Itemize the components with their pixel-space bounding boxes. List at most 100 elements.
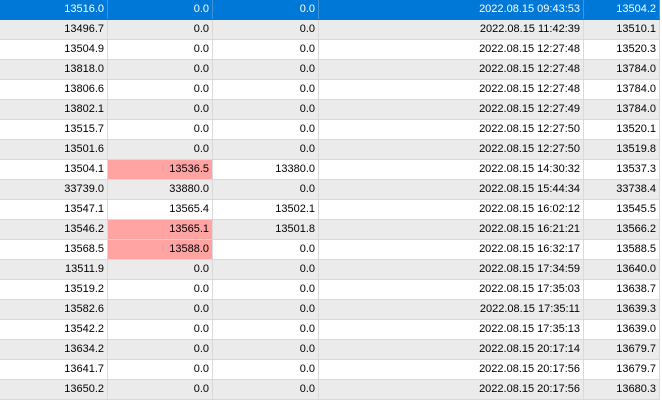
table-cell-col-value-5: 13537.3 [584, 160, 660, 179]
table-cell-col-value-1: 13806.6 [0, 80, 108, 99]
table-cell-col-value-5: 13588.5 [584, 240, 660, 259]
table-cell-col-value-2: 13536.5 [108, 160, 213, 179]
table-cell-col-value-3: 13501.8 [213, 220, 319, 239]
table-cell-col-value-3: 0.0 [213, 120, 319, 139]
table-cell-col-value-2: 0.0 [108, 340, 213, 359]
table-cell-col-value-1: 13515.7 [0, 120, 108, 139]
table-row[interactable]: 13501.6 0.0 0.0 2022.08.15 12:27:50 13519.8 [0, 140, 660, 160]
table-cell-col-value-3: 0.0 [213, 300, 319, 319]
table-row[interactable]: 13568.5 13588.0 0.0 2022.08.15 16:32:17 1358… [0, 240, 660, 260]
table-cell-col-value-5: 13784.0 [584, 80, 660, 99]
table-cell-col-value-3: 0.0 [213, 20, 319, 39]
table-cell-col-value-2: 0.0 [108, 40, 213, 59]
table-cell-col-value-1: 13547.1 [0, 200, 108, 219]
table-row[interactable]: 13515.7 0.0 0.0 2022.08.15 12:27:50 13520.1 [0, 120, 660, 140]
table-cell-col-value-1: 13501.6 [0, 140, 108, 159]
table-row[interactable]: 13634.2 0.0 0.0 2022.08.15 20:17:14 13679.7 [0, 340, 660, 360]
table-cell-col-value-5: 13520.1 [584, 120, 660, 139]
table-cell-col-datetime: 2022.08.15 14:30:32 [319, 160, 584, 179]
table-cell-col-value-2: 0.0 [108, 100, 213, 119]
table-cell-col-datetime: 2022.08.15 17:35:11 [319, 300, 584, 319]
table-cell-col-value-3: 0.0 [213, 320, 319, 339]
table-cell-col-value-1: 13496.7 [0, 20, 108, 39]
table-cell-col-datetime: 2022.08.15 12:27:48 [319, 40, 584, 59]
table-cell-col-value-3: 13380.0 [213, 160, 319, 179]
table-cell-col-value-5: 13784.0 [584, 60, 660, 79]
table-cell-col-value-2: 0.0 [108, 320, 213, 339]
table-cell-col-datetime: 2022.08.15 12:27:50 [319, 120, 584, 139]
table-cell-col-value-2: 13565.4 [108, 200, 213, 219]
table-cell-col-value-1: 13634.2 [0, 340, 108, 359]
table-row[interactable]: 13496.7 0.0 0.0 2022.08.15 11:42:39 13510.1 [0, 20, 660, 40]
table-cell-col-value-2: 0.0 [108, 280, 213, 299]
table-cell-col-value-5: 13638.7 [584, 280, 660, 299]
table-cell-col-value-3: 0.0 [213, 100, 319, 119]
table-cell-col-datetime: 2022.08.15 16:32:17 [319, 240, 584, 259]
table-cell-col-value-5: 13639.3 [584, 300, 660, 319]
table-cell-col-value-3: 0.0 [213, 260, 319, 279]
table-cell-col-value-5: 13679.7 [584, 340, 660, 359]
table-cell-col-datetime: 2022.08.15 20:17:56 [319, 360, 584, 379]
table-row[interactable]: 13802.1 0.0 0.0 2022.08.15 12:27:49 13784.0 [0, 100, 660, 120]
table-cell-col-value-1: 13802.1 [0, 100, 108, 119]
table-cell-col-value-1: 13519.2 [0, 280, 108, 299]
table-cell-col-value-2: 13565.1 [108, 220, 213, 239]
table-cell-col-value-3: 0.0 [213, 80, 319, 99]
table-row[interactable]: 13547.1 13565.4 13502.1 2022.08.15 16:02:12… [0, 200, 660, 220]
table-row-selected[interactable]: 13516.0 0.0 0.0 2022.08.15 09:43:53 13504.2 [0, 0, 660, 20]
table-cell-col-datetime: 2022.08.15 09:43:53 [319, 0, 584, 19]
table-cell-col-value-2: 0.0 [108, 260, 213, 279]
table-cell-col-value-1: 33739.0 [0, 180, 108, 199]
table-cell-col-value-2: 0.0 [108, 140, 213, 159]
table-cell-col-value-1: 13582.6 [0, 300, 108, 319]
table-row[interactable]: 13546.2 13565.1 13501.8 2022.08.15 16:21:21… [0, 220, 660, 240]
table-row[interactable]: 13511.9 0.0 0.0 2022.08.15 17:34:59 13640.0 [0, 260, 660, 280]
table-row[interactable]: 13542.2 0.0 0.0 2022.08.15 17:35:13 13639.0 [0, 320, 660, 340]
table-cell-col-value-5: 13510.1 [584, 20, 660, 39]
table-cell-col-value-2: 0.0 [108, 300, 213, 319]
table-cell-col-datetime: 2022.08.15 17:35:13 [319, 320, 584, 339]
table-cell-col-datetime: 2022.08.15 12:27:49 [319, 100, 584, 119]
table-cell-col-value-3: 0.0 [213, 180, 319, 199]
table-cell-col-value-3: 0.0 [213, 340, 319, 359]
table-cell-col-value-1: 13511.9 [0, 260, 108, 279]
table-row[interactable]: 13504.1 13536.5 13380.0 2022.08.15 14:30:32… [0, 160, 660, 180]
table-row[interactable]: 13818.0 0.0 0.0 2022.08.15 12:27:48 13784.0 [0, 60, 660, 80]
table-cell-col-value-1: 13516.0 [0, 0, 108, 19]
table-row[interactable]: 33739.0 33880.0 0.0 2022.08.15 15:44:34 3373… [0, 180, 660, 200]
table-cell-col-value-3: 0.0 [213, 380, 319, 399]
table-cell-col-value-2: 0.0 [108, 120, 213, 139]
table-cell-col-value-2: 0.0 [108, 360, 213, 379]
table-row[interactable]: 13641.7 0.0 0.0 2022.08.15 20:17:56 13679.7 [0, 360, 660, 380]
table-cell-col-value-5: 13545.5 [584, 200, 660, 219]
table-cell-col-value-2: 0.0 [108, 20, 213, 39]
table-cell-col-value-2: 0.0 [108, 380, 213, 399]
table-cell-col-value-3: 0.0 [213, 360, 319, 379]
table-cell-col-value-1: 13546.2 [0, 220, 108, 239]
table-cell-col-value-5: 33738.4 [584, 180, 660, 199]
table-row[interactable]: 13504.9 0.0 0.0 2022.08.15 12:27:48 13520.3 [0, 40, 660, 60]
data-grid: 13516.0 0.0 0.0 2022.08.15 09:43:53 13504.2 1… [0, 0, 662, 402]
table-cell-col-value-1: 13650.2 [0, 380, 108, 399]
table-cell-col-datetime: 2022.08.15 11:42:39 [319, 20, 584, 39]
table-cell-col-value-3: 0.0 [213, 40, 319, 59]
table-row[interactable]: 13650.2 0.0 0.0 2022.08.15 20:17:56 13680.3 [0, 380, 660, 400]
table-cell-col-datetime: 2022.08.15 16:21:21 [319, 220, 584, 239]
table-cell-col-value-5: 13519.8 [584, 140, 660, 159]
table-cell-col-datetime: 2022.08.15 17:34:59 [319, 260, 584, 279]
table-cell-col-datetime: 2022.08.15 20:17:14 [319, 340, 584, 359]
table-row[interactable]: 13806.6 0.0 0.0 2022.08.15 12:27:48 13784.0 [0, 80, 660, 100]
table-cell-col-value-2: 0.0 [108, 80, 213, 99]
table-cell-col-value-5: 13504.2 [584, 0, 660, 19]
table-row[interactable]: 13582.6 0.0 0.0 2022.08.15 17:35:11 13639.3 [0, 300, 660, 320]
table-cell-col-value-5: 13566.2 [584, 220, 660, 239]
table-cell-col-datetime: 2022.08.15 16:02:12 [319, 200, 584, 219]
table-cell-col-value-1: 13568.5 [0, 240, 108, 259]
table-cell-col-value-2: 13588.0 [108, 240, 213, 259]
table-cell-col-value-3: 0.0 [213, 240, 319, 259]
table-cell-col-value-5: 13639.0 [584, 320, 660, 339]
table-cell-col-value-3: 13502.1 [213, 200, 319, 219]
table-cell-col-value-1: 13641.7 [0, 360, 108, 379]
table-row[interactable]: 13519.2 0.0 0.0 2022.08.15 17:35:03 13638.7 [0, 280, 660, 300]
table-cell-col-value-3: 0.0 [213, 0, 319, 19]
